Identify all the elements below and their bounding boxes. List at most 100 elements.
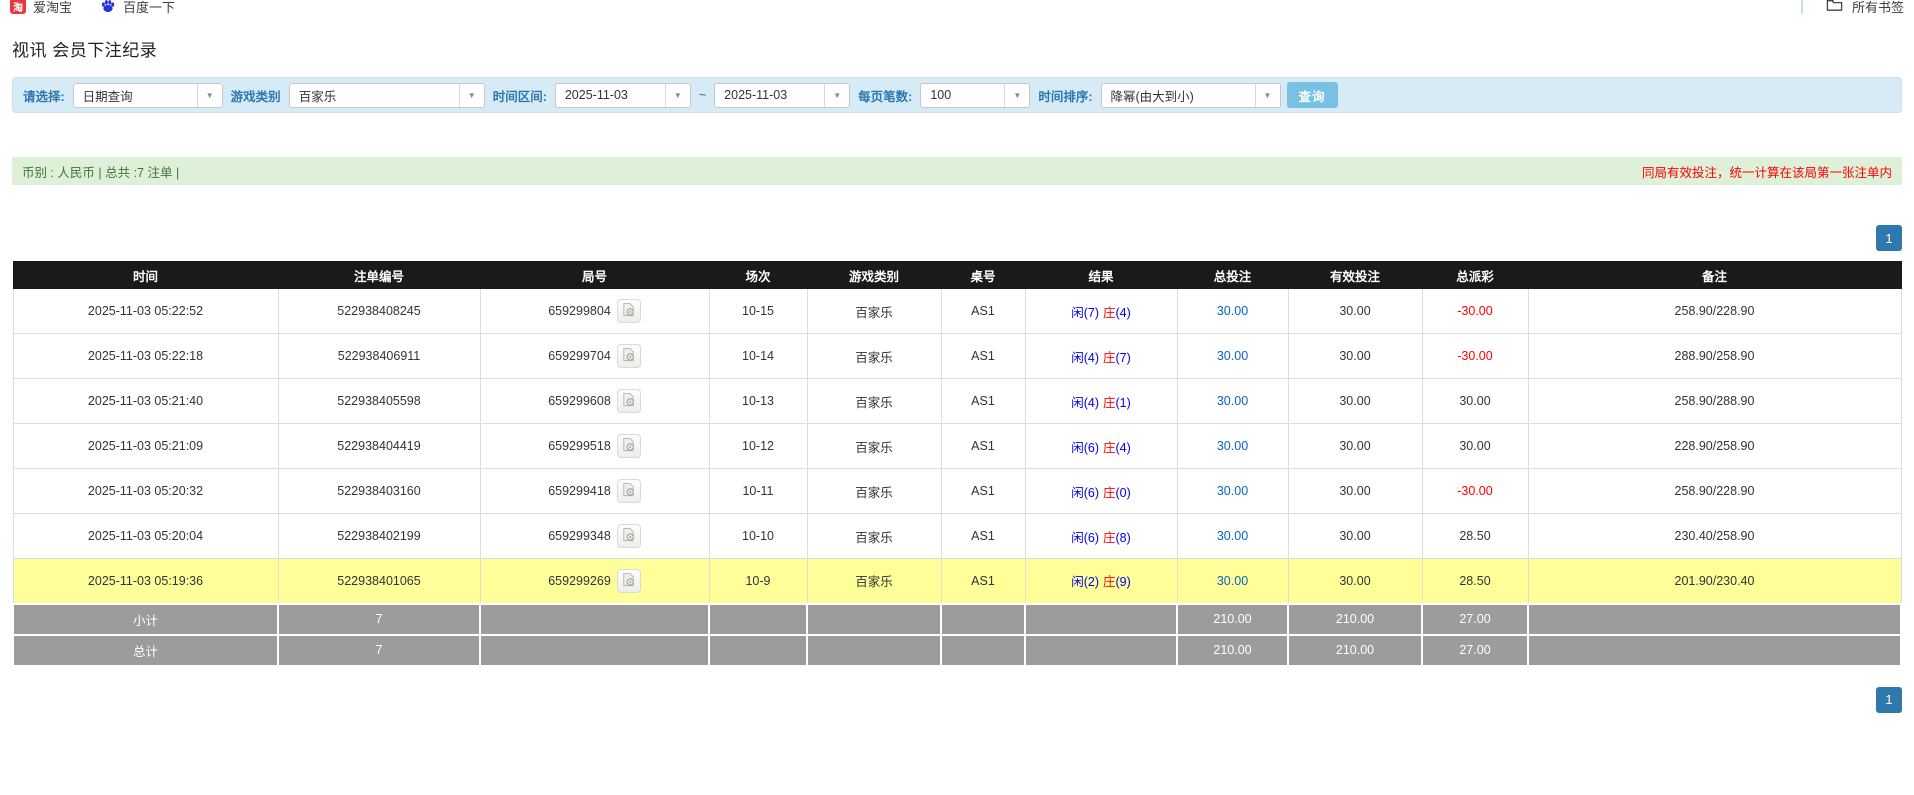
bet-time: 2025-11-03 05:22:52 — [87, 304, 204, 318]
cell-round: 659299608 — [479, 378, 710, 424]
game-category-label: 游戏类别 — [230, 89, 281, 104]
cell-round: 659299704 — [479, 333, 710, 379]
cell-valid-bet: 30.00 — [1287, 513, 1423, 559]
cell-table-number: AS1 — [940, 558, 1026, 604]
query-type-select[interactable]: 日期查询 ▼ — [72, 82, 223, 108]
result-banker-points: (7) — [1115, 350, 1131, 365]
table-number: AS1 — [971, 349, 995, 363]
valid-bet: 30.00 — [1339, 439, 1371, 453]
summary-count-cell: 7 — [277, 602, 481, 636]
total-bet-link[interactable]: 30.00 — [1217, 304, 1248, 318]
page-title: 视讯 会员下注纪录 — [12, 41, 158, 60]
result-banker: 庄 — [1102, 305, 1116, 320]
video-replay-button[interactable] — [616, 568, 641, 593]
betting-records-table: 时间 注单编号 局号 场次 游戏类别 桌号 结果 总投注 有效投注 总派彩 备注 2025-11-0… — [12, 261, 1902, 667]
video-replay-button[interactable] — [616, 344, 641, 368]
result-player: 闲(4) — [1071, 350, 1099, 365]
cell-time: 2025-11-03 05:22:18 — [12, 333, 279, 379]
cell-result: 闲(7) 庄(4) — [1024, 288, 1178, 334]
game-category: 百家乐 — [855, 530, 893, 545]
cell-payout: 28.50 — [1421, 513, 1529, 559]
bet-id: 522938402199 — [337, 529, 421, 543]
bookmarks-divider — [1800, 0, 1803, 14]
date-from-select[interactable]: 2025-11-03 ▼ — [554, 82, 691, 108]
total-bet-link[interactable]: 30.00 — [1217, 394, 1248, 408]
table-header-row: 时间 注单编号 局号 场次 游戏类别 桌号 结果 总投注 有效投注 总派彩 备注 — [12, 261, 1902, 289]
bookmark-taobao[interactable]: 淘 爱淘宝 — [10, 0, 72, 14]
remark: 230.40/258.90 — [1674, 529, 1755, 543]
bet-id: 522938406911 — [337, 349, 421, 363]
round-number-group: 659299269 — [548, 568, 641, 593]
cell-total-bet: 30.00 — [1176, 423, 1289, 469]
remark: 258.90/228.90 — [1674, 304, 1755, 318]
column-header: 有效投注 — [1287, 261, 1423, 289]
cell-time: 2025-11-03 05:22:52 — [12, 288, 279, 334]
session-number: 10-12 — [742, 439, 774, 453]
summary-empty-cell — [708, 602, 808, 636]
result-player: 闲(2) — [1071, 575, 1099, 590]
page-1-button-bottom[interactable]: 1 — [1876, 686, 1902, 713]
video-replay-button[interactable] — [616, 389, 641, 413]
film-icon — [621, 482, 636, 500]
result-banker: 庄 — [1102, 440, 1116, 455]
cell-table-number: AS1 — [940, 513, 1026, 559]
game-category: 百家乐 — [855, 575, 893, 590]
cell-time: 2025-11-03 05:21:40 — [12, 378, 279, 424]
summary-empty-cell — [1024, 633, 1178, 667]
cell-total-bet: 30.00 — [1176, 288, 1289, 334]
cell-total-bet: 30.00 — [1176, 513, 1289, 559]
total-bet-link[interactable]: 30.00 — [1217, 529, 1248, 543]
total-bet-link[interactable]: 30.00 — [1217, 439, 1248, 453]
currency-summary-bar: 币别 : 人民币 | 总共 :7 注单 | 同局有效投注，统一计算在该局第一张注… — [12, 157, 1902, 185]
column-header: 桌号 — [940, 261, 1026, 289]
total-payout: 30.00 — [1459, 394, 1491, 408]
cell-game-category: 百家乐 — [806, 333, 942, 379]
table-row: 2025-11-03 05:21:09 522938404419 659299518… — [12, 423, 1902, 469]
result-banker-points: (4) — [1115, 440, 1131, 455]
search-button[interactable]: 查询 — [1286, 82, 1338, 108]
all-bookmarks-button[interactable]: 所有书签 — [1800, 0, 1904, 14]
chevron-down-icon: ▼ — [824, 83, 850, 107]
table-row: 2025-11-03 05:20:32 522938403160 659299418… — [12, 468, 1902, 514]
video-replay-button[interactable] — [616, 299, 641, 323]
total-payout: -30.00 — [1457, 484, 1493, 498]
film-icon — [621, 572, 636, 590]
video-replay-button[interactable] — [616, 434, 641, 458]
cell-table-number: AS1 — [940, 378, 1026, 424]
baidu-paw-icon — [100, 0, 116, 14]
bet-time: 2025-11-03 05:20:32 — [87, 484, 204, 498]
cell-remark: 288.90/258.90 — [1527, 333, 1902, 379]
valid-bet: 30.00 — [1339, 394, 1371, 408]
bookmark-baidu[interactable]: 百度一下 — [100, 0, 175, 14]
cell-remark: 201.90/230.40 — [1527, 558, 1902, 604]
video-replay-button[interactable] — [616, 479, 641, 503]
video-replay-button[interactable] — [616, 524, 641, 548]
round-number-group: 659299518 — [548, 434, 641, 458]
cell-time: 2025-11-03 05:19:36 — [12, 558, 279, 604]
summary-total-bet: 210.00 — [1213, 643, 1252, 657]
cell-result: 闲(6) 庄(4) — [1024, 423, 1178, 469]
cell-valid-bet: 30.00 — [1287, 288, 1423, 334]
bookmark-label: 百度一下 — [123, 0, 176, 14]
page-size-select[interactable]: 100 ▼ — [920, 82, 1031, 108]
total-bet-link[interactable]: 30.00 — [1217, 574, 1248, 588]
total-bet-link[interactable]: 30.00 — [1217, 349, 1248, 363]
page-1-button-top[interactable]: 1 — [1876, 225, 1902, 251]
chevron-down-icon: ▼ — [458, 83, 484, 107]
result-player: 闲(7) — [1071, 305, 1099, 320]
table-number: AS1 — [971, 394, 995, 408]
total-bet-link[interactable]: 30.00 — [1217, 484, 1248, 498]
summary-empty-cell — [708, 633, 808, 667]
result-player: 闲(6) — [1071, 485, 1099, 500]
total-row: 总计 7 210.00 210.00 27.00 — [12, 633, 1902, 667]
date-to-select[interactable]: 2025-11-03 ▼ — [714, 82, 851, 108]
cell-round: 659299269 — [479, 558, 710, 604]
remark: 258.90/228.90 — [1674, 484, 1755, 498]
time-sort-select[interactable]: 降幂(由大到小) ▼ — [1100, 82, 1281, 108]
cell-session: 10-11 — [708, 468, 808, 514]
summary-valid-bet-cell: 210.00 — [1287, 633, 1423, 667]
cell-result: 闲(4) 庄(1) — [1024, 378, 1178, 424]
game-category-select[interactable]: 百家乐 ▼ — [288, 82, 485, 108]
time-sort-value: 降幂(由大到小) — [1110, 89, 1194, 104]
table-number: AS1 — [971, 529, 995, 543]
